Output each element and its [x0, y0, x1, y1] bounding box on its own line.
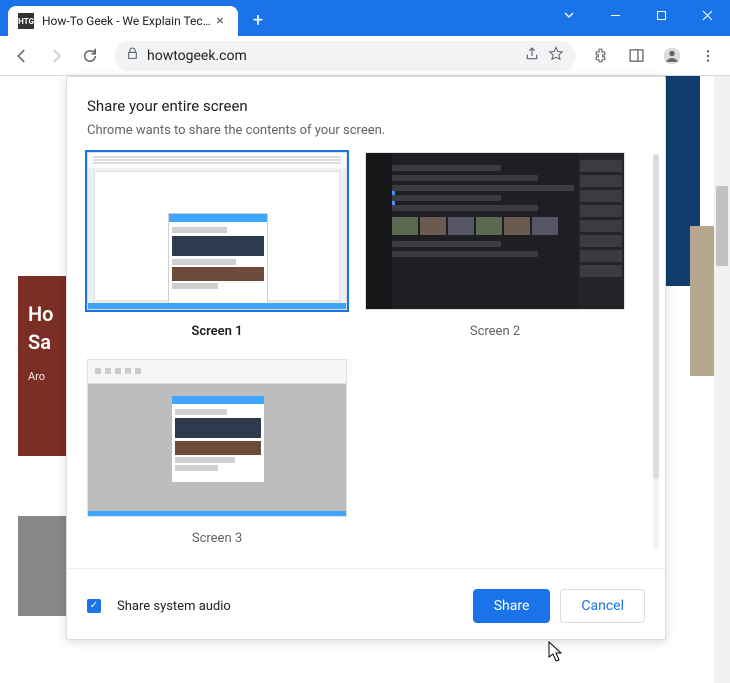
back-button[interactable]	[6, 40, 38, 72]
favicon-icon: HTG	[18, 13, 34, 29]
lock-icon	[126, 47, 139, 64]
browser-scrollbar[interactable]	[714, 76, 730, 683]
screen-label: Screen 1	[87, 310, 347, 345]
dropdown-icon[interactable]	[546, 0, 592, 30]
share-screen-dialog: Share your entire screen Chrome wants to…	[66, 76, 666, 640]
share-audio-checkbox[interactable]: ✓	[87, 599, 101, 613]
hero-subtitle: Aro	[28, 370, 58, 383]
dialog-scrollbar[interactable]	[653, 154, 659, 550]
window-titlebar: HTG How-To Geek - We Explain Techn × +	[0, 0, 730, 36]
checkmark-icon: ✓	[90, 601, 98, 611]
address-bar[interactable]: howtogeek.com	[114, 41, 576, 71]
screen-list: Screen 1	[87, 152, 645, 552]
screen-option-1[interactable]: Screen 1	[87, 152, 347, 345]
screen-preview-2	[365, 152, 625, 310]
menu-icon[interactable]	[692, 40, 724, 72]
browser-scrollbar-thumb[interactable]	[716, 186, 728, 266]
mouse-cursor-icon	[548, 641, 564, 663]
hero-title-2: Sa	[28, 328, 58, 356]
dialog-footer: ✓ Share system audio Share Cancel	[67, 568, 665, 623]
close-window-button[interactable]	[684, 0, 730, 30]
maximize-button[interactable]	[638, 0, 684, 30]
minimize-button[interactable]	[592, 0, 638, 30]
share-page-icon[interactable]	[524, 46, 540, 66]
extensions-icon[interactable]	[584, 40, 616, 72]
share-button[interactable]: Share	[473, 589, 551, 623]
new-tab-button[interactable]: +	[244, 6, 272, 34]
forward-button[interactable]	[40, 40, 72, 72]
dialog-scrollbar-thumb[interactable]	[653, 154, 659, 479]
page-hero-card: Ho Sa Aro	[18, 276, 68, 456]
sidepanel-icon[interactable]	[620, 40, 652, 72]
dialog-subtitle: Chrome wants to share the contents of yo…	[67, 123, 665, 152]
browser-toolbar: howtogeek.com	[0, 36, 730, 76]
reload-button[interactable]	[74, 40, 106, 72]
hero-title-1: Ho	[28, 300, 58, 328]
screen-label: Screen 2	[365, 310, 625, 345]
close-tab-icon[interactable]: ×	[212, 13, 228, 29]
cancel-button[interactable]: Cancel	[560, 589, 645, 623]
tab-title: How-To Geek - We Explain Techn	[42, 14, 212, 28]
bookmark-icon[interactable]	[548, 46, 564, 66]
dialog-title: Share your entire screen	[67, 97, 665, 123]
url-text: howtogeek.com	[147, 48, 516, 64]
screen-option-2[interactable]: Screen 2	[365, 152, 625, 345]
screen-label: Screen 3	[87, 517, 347, 552]
browser-tab[interactable]: HTG How-To Geek - We Explain Techn ×	[8, 6, 238, 36]
screen-preview-1	[87, 152, 347, 310]
page-thumb	[18, 516, 68, 616]
screen-option-3[interactable]: Screen 3	[87, 359, 347, 552]
share-audio-label: Share system audio	[117, 599, 473, 614]
screen-preview-3	[87, 359, 347, 517]
profile-icon[interactable]	[656, 40, 688, 72]
